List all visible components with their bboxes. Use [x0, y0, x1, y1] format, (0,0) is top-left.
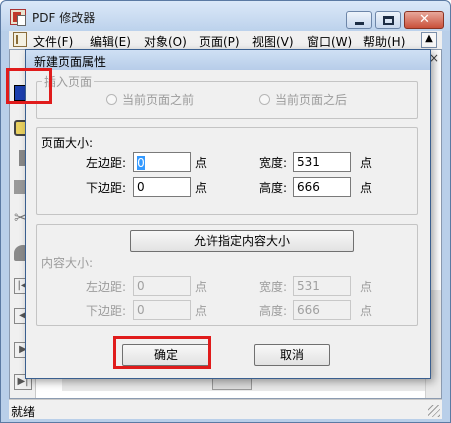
maximize-button[interactable] [375, 11, 401, 29]
window-title: PDF 修改器 [32, 11, 96, 25]
menu-help[interactable]: 帮助(H) [363, 33, 405, 50]
app-icon [10, 9, 26, 26]
radio-after-label: 当前页面之后 [275, 93, 348, 107]
status-text: 就绪 [11, 405, 36, 419]
content-bottom-margin-label: 下边距: [86, 304, 127, 318]
menu-bar: 文件(F) 编辑(E) 对象(O) 页面(P) 视图(V) 窗口(W) 帮助(H… [9, 31, 442, 49]
content-width-input[interactable]: 531 [293, 276, 351, 296]
minimize-icon [355, 22, 364, 25]
content-height-label: 高度: [259, 304, 288, 318]
new-page-dialog: 新建页面属性 插入页面 当前页面之前 当前页面之后 页面大小: 左边距: 00 … [25, 49, 431, 379]
content-left-margin-label: 左边距: [86, 280, 127, 294]
chevron-up-icon[interactable]: ▲ [421, 32, 437, 48]
insert-page-legend: 插入页面 [42, 73, 95, 90]
content-height-input[interactable]: 666 [293, 300, 351, 320]
menu-file[interactable]: 文件(F) [33, 33, 73, 50]
ok-button[interactable]: 确定 [122, 344, 210, 366]
status-bar: 就绪 [9, 399, 442, 419]
minimize-button[interactable] [346, 11, 372, 29]
maximize-icon [383, 16, 394, 25]
content-width-label: 宽度: [259, 280, 288, 294]
height-label: 高度: [259, 181, 288, 195]
unit-label: 点 [360, 181, 373, 195]
page-size-group [36, 127, 418, 215]
scrollbar-thumb[interactable] [212, 378, 252, 390]
dialog-title-bar: 新建页面属性 [26, 50, 430, 70]
allow-content-size-button[interactable]: 允许指定内容大小 [130, 230, 354, 252]
radio-before[interactable] [106, 94, 117, 105]
menu-page[interactable]: 页面(P) [199, 33, 240, 50]
unit-label: 点 [360, 280, 373, 294]
close-icon: ✕ [419, 12, 430, 27]
title-bar: PDF 修改器 ✕ [1, 1, 450, 31]
unit-label: 点 [360, 304, 373, 318]
menu-object[interactable]: 对象(O) [144, 33, 187, 50]
width-input[interactable]: 531 [293, 152, 351, 172]
radio-before-label: 当前页面之前 [122, 93, 195, 107]
unit-label: 点 [195, 280, 208, 294]
menu-window[interactable]: 窗口(W) [307, 33, 352, 50]
unit-label: 点 [195, 304, 208, 318]
width-label: 宽度: [259, 156, 288, 170]
unit-label: 点 [195, 156, 208, 170]
cancel-button[interactable]: 取消 [254, 344, 330, 366]
menu-edit[interactable]: 编辑(E) [90, 33, 131, 50]
height-input[interactable]: 666 [293, 177, 351, 197]
dialog-body: 插入页面 当前页面之前 当前页面之后 页面大小: 左边距: 00 点 宽度: 5… [34, 72, 422, 374]
resize-grip-icon[interactable] [428, 405, 440, 417]
left-margin-input[interactable]: 00 [133, 152, 191, 172]
document-menu-icon[interactable] [13, 32, 27, 47]
unit-label: 点 [360, 156, 373, 170]
left-margin-label: 左边距: [86, 156, 127, 170]
content-left-margin-input[interactable]: 0 [133, 276, 191, 296]
dialog-title: 新建页面属性 [34, 55, 107, 69]
page-size-legend: 页面大小: [41, 136, 94, 150]
menu-view[interactable]: 视图(V) [252, 33, 294, 50]
content-size-legend: 内容大小: [41, 256, 94, 270]
bottom-margin-input[interactable]: 0 [133, 177, 191, 197]
text-cursor: 0 [137, 155, 145, 170]
unit-label: 点 [195, 181, 208, 195]
bottom-margin-label: 下边距: [86, 181, 127, 195]
radio-after[interactable] [259, 94, 270, 105]
close-button[interactable]: ✕ [404, 11, 444, 29]
content-bottom-margin-input[interactable]: 0 [133, 300, 191, 320]
